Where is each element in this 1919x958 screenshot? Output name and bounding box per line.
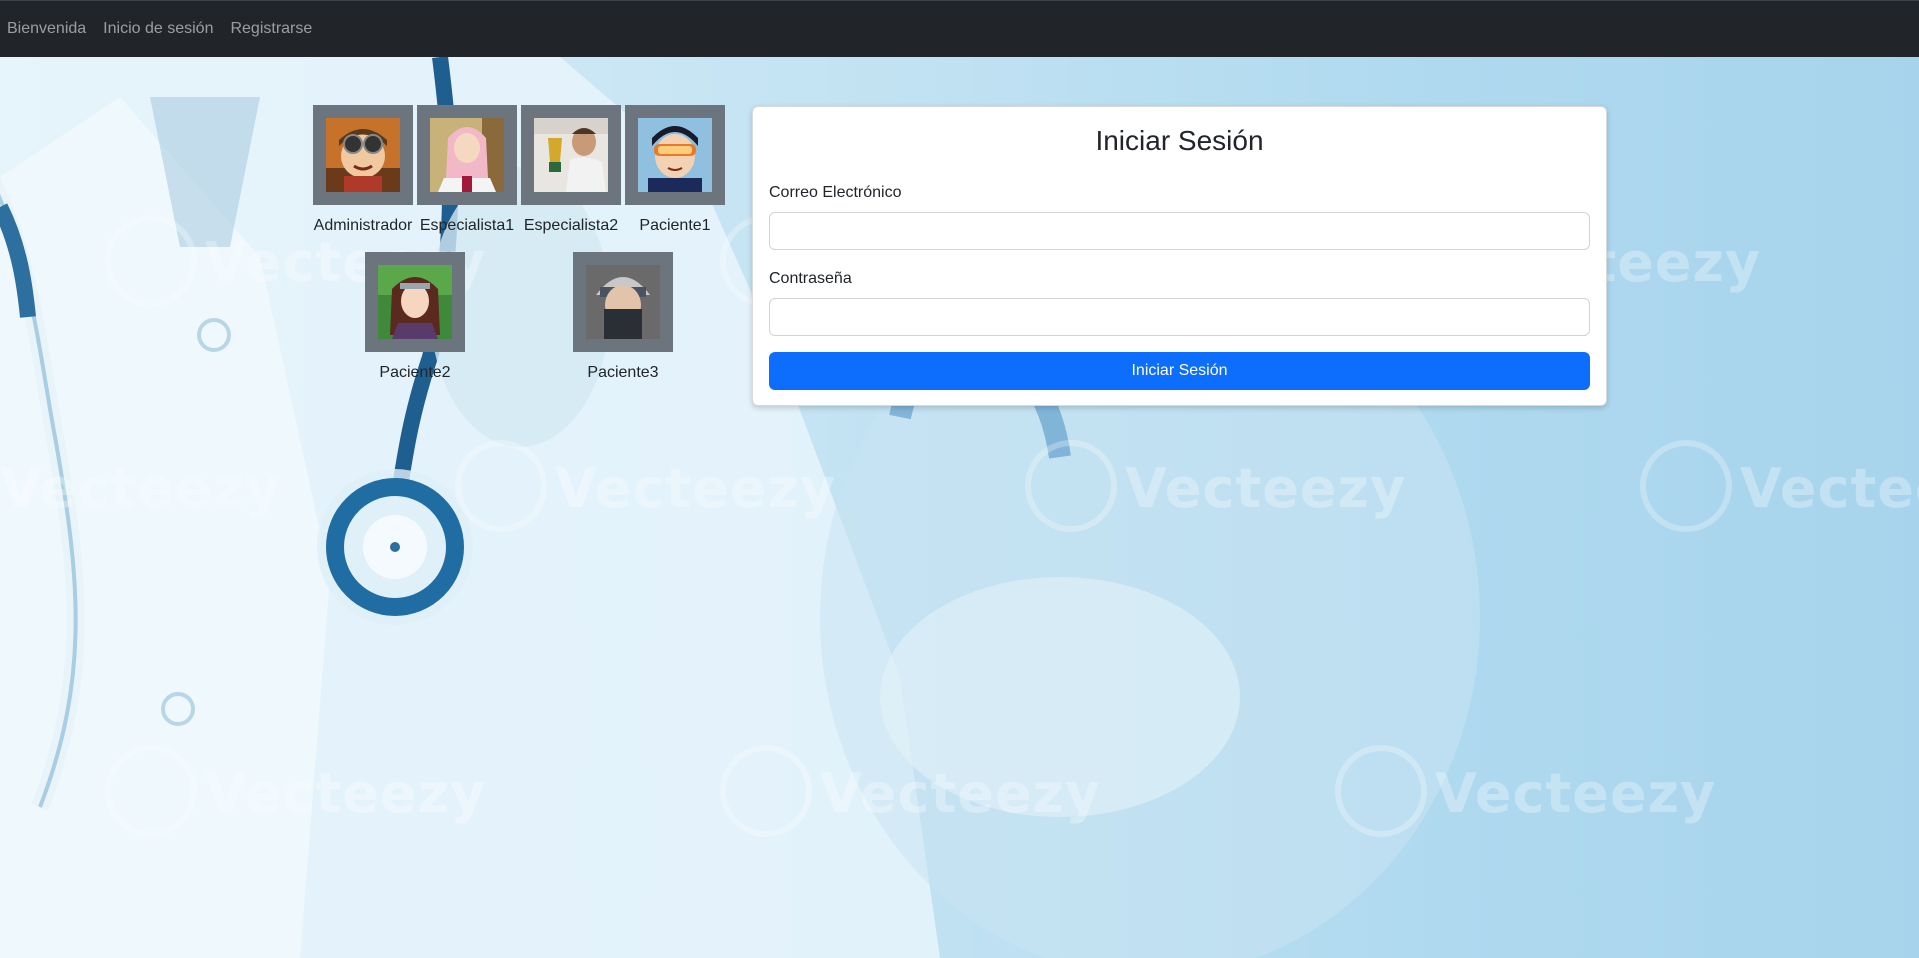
- login-title: Iniciar Sesión: [1095, 125, 1264, 156]
- quick-user-paciente1[interactable]: Paciente1: [623, 105, 727, 235]
- nav-link-registrarse[interactable]: Registrarse: [230, 20, 312, 38]
- watermark-logo-icon: [1335, 745, 1427, 837]
- masked-ninja-avatar-icon: [586, 265, 660, 339]
- watermark-logo-icon: [105, 745, 197, 837]
- quick-user-label: Administrador: [313, 217, 413, 234]
- pink-haired-doctor-avatar-icon: [430, 118, 504, 192]
- quick-user-label: Paciente2: [379, 364, 451, 381]
- avatar-frame: [313, 105, 413, 205]
- watermark-logo-icon: [1025, 440, 1117, 532]
- watermark: Vecteezy: [1125, 457, 1407, 520]
- avatar-frame: [521, 105, 621, 205]
- password-label: Contraseña: [769, 270, 852, 287]
- avatar-frame: [625, 105, 725, 205]
- quick-user-paciente2[interactable]: Paciente2: [363, 252, 467, 382]
- watermark: Vecteezy: [820, 762, 1102, 825]
- avatar-frame: [417, 105, 517, 205]
- watermark: Vecteezy: [0, 457, 282, 520]
- email-label: Correo Electrónico: [769, 184, 902, 201]
- quick-user-paciente3[interactable]: Paciente3: [571, 252, 675, 382]
- quick-user-label: Paciente1: [639, 217, 711, 234]
- quick-user-label: Especialista1: [419, 217, 515, 234]
- quick-user-especialista1[interactable]: Especialista1: [415, 105, 519, 235]
- watermark: Vecteezy: [1740, 457, 1919, 520]
- watermark-logo-icon: [455, 440, 547, 532]
- watermark-logo-icon: [720, 745, 812, 837]
- quick-user-label: Especialista2: [523, 217, 619, 234]
- quick-user-especialista2[interactable]: Especialista2: [519, 105, 623, 235]
- nav-link-bienvenida[interactable]: Bienvenida: [7, 20, 86, 38]
- quick-user-administrador[interactable]: Administrador: [311, 105, 415, 235]
- man-with-trophy-avatar-icon: [534, 118, 608, 192]
- brown-haired-girl-headband-avatar-icon: [378, 265, 452, 339]
- watermark: Vecteezy: [555, 457, 837, 520]
- watermark-logo-icon: [105, 215, 197, 307]
- top-navbar: Bienvenida Inicio de sesión Registrarse: [0, 0, 1919, 57]
- avatar-frame: [573, 252, 673, 352]
- boy-with-goggles-avatar-icon: [326, 118, 400, 192]
- login-card: Iniciar Sesión Correo Electrónico Contra…: [752, 106, 1607, 406]
- password-field[interactable]: [769, 298, 1590, 336]
- nav-link-inicio-de-sesion[interactable]: Inicio de sesión: [103, 20, 213, 38]
- boy-with-orange-goggles-avatar-icon: [638, 118, 712, 192]
- login-submit-button[interactable]: Iniciar Sesión: [769, 352, 1590, 390]
- watermark: Vecteezy: [205, 762, 487, 825]
- quick-user-label: Paciente3: [587, 364, 659, 381]
- watermark-logo-icon: [1640, 440, 1732, 532]
- email-field[interactable]: [769, 212, 1590, 250]
- avatar-frame: [365, 252, 465, 352]
- watermark: Vecteezy: [1435, 762, 1717, 825]
